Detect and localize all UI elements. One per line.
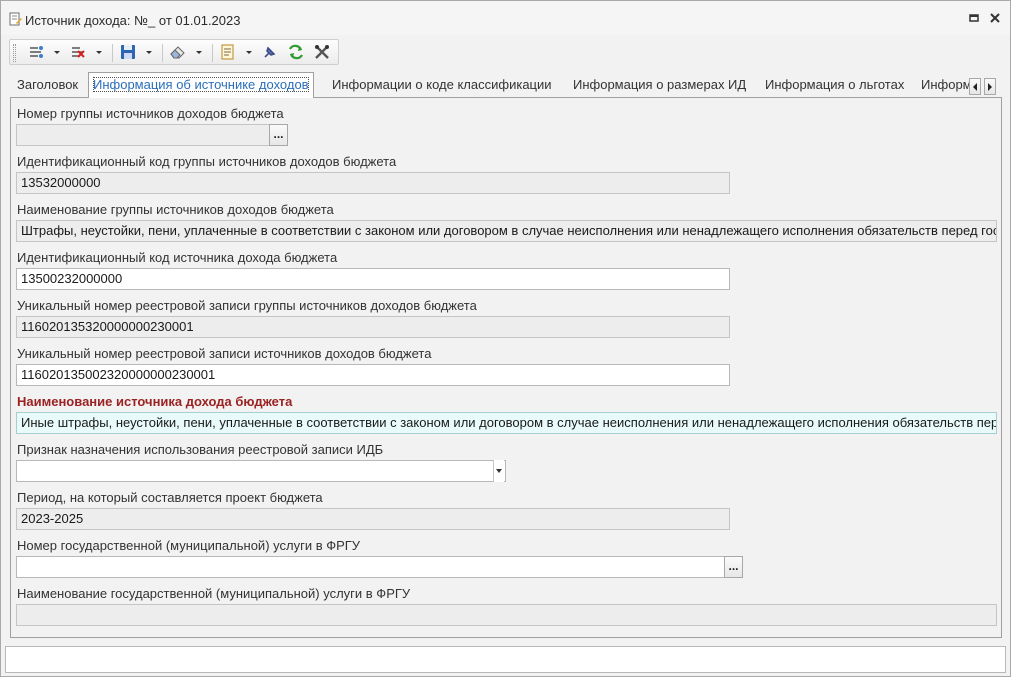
group-registry-number-label: Уникальный номер реестровой записи групп… (17, 298, 477, 313)
source-registry-number-field[interactable]: 116020135002320000000230001 (16, 364, 730, 386)
refresh-icon[interactable] (286, 42, 306, 62)
service-number-field[interactable] (16, 556, 725, 578)
save-dropdown-arrow[interactable] (144, 42, 154, 62)
delete-link-dropdown-arrow[interactable] (94, 42, 104, 62)
purpose-flag-select[interactable] (16, 460, 506, 482)
group-id-code-field[interactable]: 13532000000 (16, 172, 730, 194)
source-id-code-label: Идентификационный код источника дохода б… (17, 250, 338, 265)
tab-classification-code[interactable]: Информации о коде классификации (328, 74, 556, 96)
tab-label: Информация о льготах (765, 77, 905, 92)
period-label: Период, на который составляется проект б… (17, 490, 323, 505)
tab-label: Информ (921, 77, 969, 92)
document-window: Источник дохода: №_ от 01.01.2023 Заголо… (0, 0, 1011, 677)
pin-icon[interactable] (260, 42, 280, 62)
tab-label: Информация об источнике доходов (93, 77, 309, 92)
group-name-label: Наименование группы источников доходов б… (17, 202, 334, 217)
source-id-code-field[interactable]: 13500232000000 (16, 268, 730, 290)
tab-content-panel: Номер группы источников доходов бюджета … (10, 97, 1002, 638)
toolbar-separator (112, 44, 113, 62)
document-notes-dropdown-arrow[interactable] (244, 42, 254, 62)
service-name-field[interactable] (16, 604, 997, 626)
status-bar (5, 646, 1006, 673)
tab-benefits[interactable]: Информация о льготах (761, 74, 908, 96)
window-title: Источник дохода: №_ от 01.01.2023 (25, 13, 241, 28)
eraser-icon[interactable] (168, 42, 188, 62)
link-icon[interactable] (26, 42, 46, 62)
document-notes-icon[interactable] (218, 42, 238, 62)
tab-scroll-right-button[interactable] (984, 78, 996, 95)
eraser-dropdown-arrow[interactable] (194, 42, 204, 62)
source-name-label: Наименование источника дохода бюджета (17, 394, 293, 409)
tab-label: Заголовок (17, 77, 79, 92)
tab-scroll-left-button[interactable] (969, 78, 981, 95)
group-number-select-button[interactable]: ... (269, 124, 288, 146)
delete-link-icon[interactable] (68, 42, 88, 62)
toolbar (9, 39, 339, 65)
link-dropdown-arrow[interactable] (52, 42, 62, 62)
tools-icon[interactable] (312, 42, 332, 62)
title-bar: Источник дохода: №_ от 01.01.2023 (1, 1, 1010, 35)
document-edit-icon (9, 12, 22, 26)
tab-strip: Заголовок Информация об источнике доходо… (9, 72, 1003, 98)
toolbar-grip[interactable] (13, 44, 16, 62)
service-number-select-button[interactable]: ... (724, 556, 743, 578)
period-field[interactable]: 2023-2025 (16, 508, 730, 530)
close-icon[interactable] (988, 11, 1002, 25)
tab-label: Информации о коде классификации (332, 77, 552, 92)
tab-label: Информация о размерах ИД (573, 77, 747, 92)
tab-source-info[interactable]: Информация об источнике доходов (88, 72, 314, 98)
source-name-field[interactable]: Иные штрафы, неустойки, пени, уплаченные… (16, 412, 997, 434)
group-name-field[interactable]: Штрафы, неустойки, пени, уплаченные в со… (16, 220, 997, 242)
tab-header[interactable]: Заголовок (13, 74, 82, 96)
group-registry-number-field[interactable]: 1160201353200000002300­01 (16, 316, 730, 338)
source-registry-number-label: Уникальный номер реестровой записи источ… (17, 346, 432, 361)
tab-more-info[interactable]: Информ (917, 74, 969, 96)
save-icon[interactable] (118, 42, 138, 62)
toolbar-separator (212, 44, 213, 62)
group-number-label: Номер группы источников доходов бюджета (17, 106, 284, 121)
group-id-code-label: Идентификационный код группы источников … (17, 154, 397, 169)
restore-window-icon[interactable] (967, 11, 981, 25)
chevron-down-icon[interactable] (493, 460, 504, 482)
service-number-label: Номер государственной (муниципальной) ус… (17, 538, 361, 553)
service-name-label: Наименование государственной (муниципаль… (17, 586, 411, 601)
group-number-field[interactable] (16, 124, 270, 146)
purpose-flag-label: Признак назначения использования реестро… (17, 442, 384, 457)
toolbar-separator (162, 44, 163, 62)
tab-sizes[interactable]: Информация о размерах ИД (569, 74, 750, 96)
